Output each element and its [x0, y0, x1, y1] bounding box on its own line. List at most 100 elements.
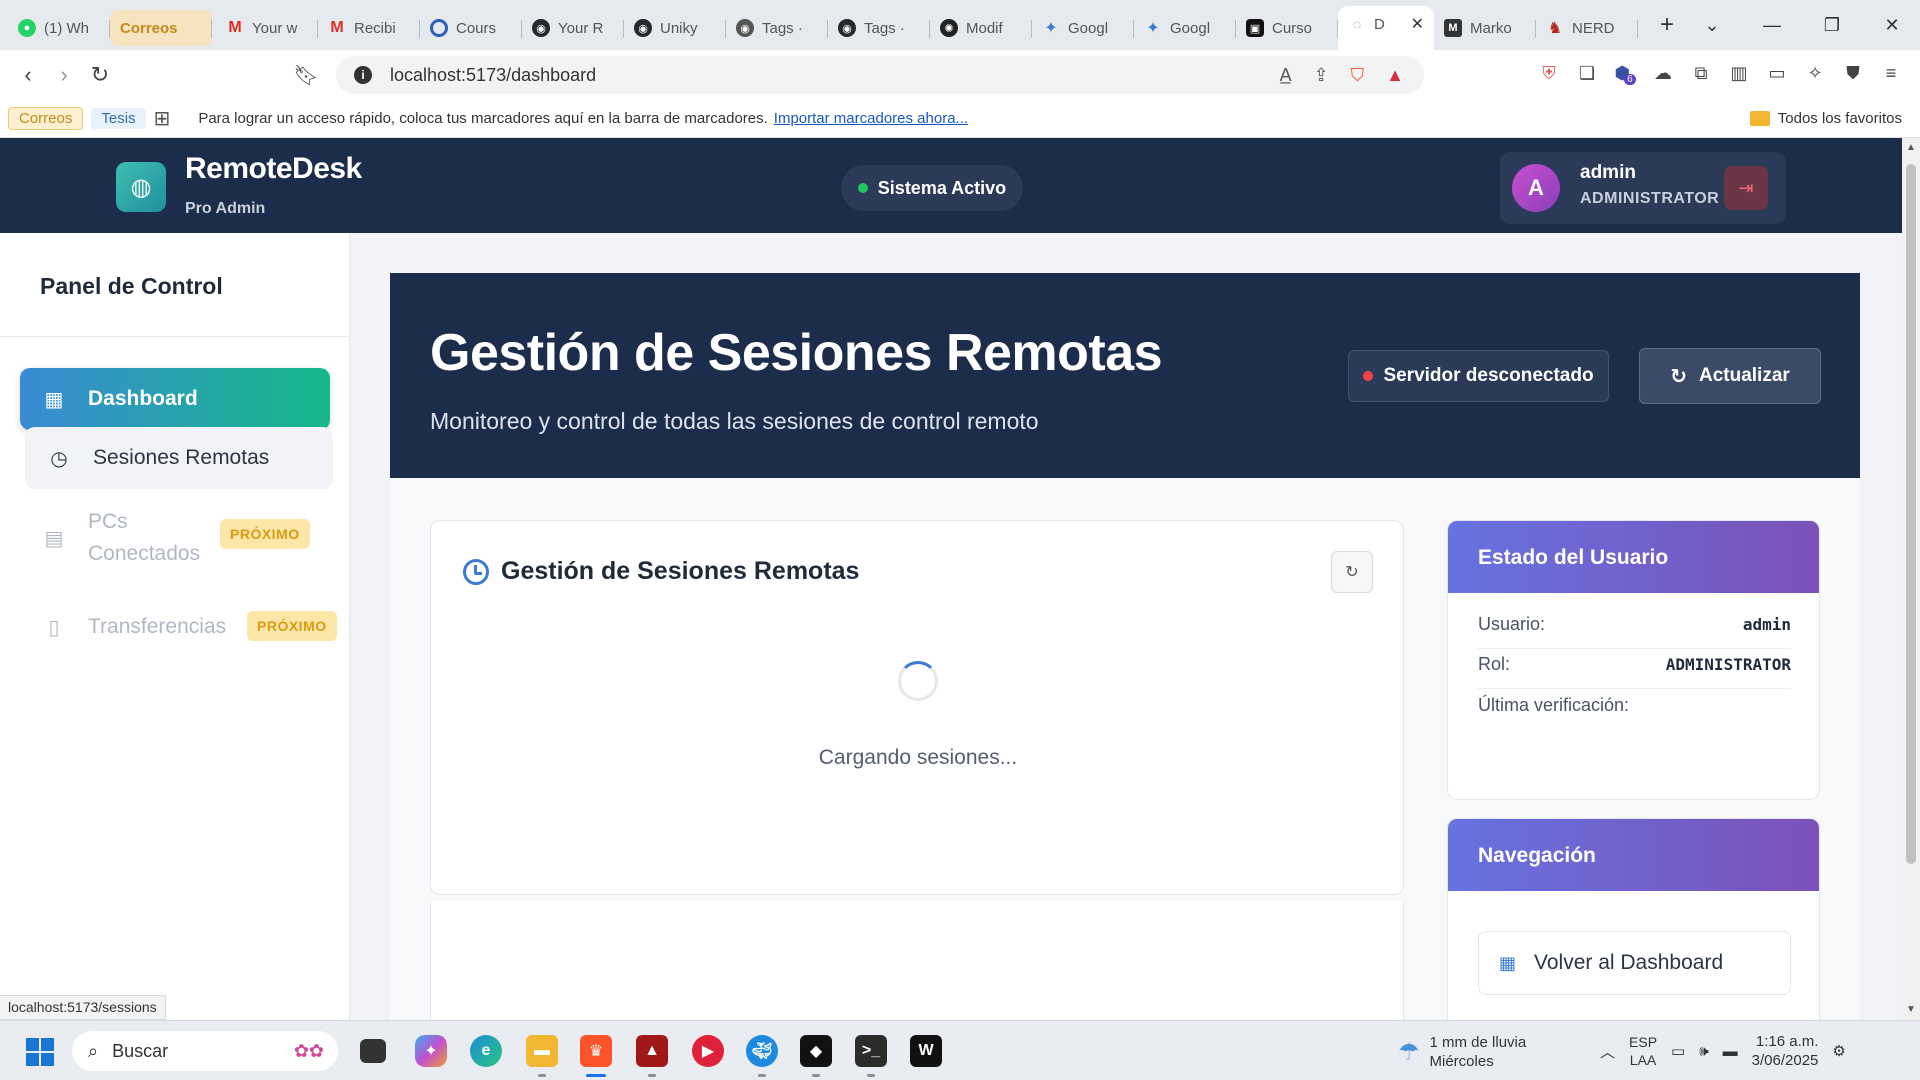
- media-player-icon[interactable]: ▶: [692, 1035, 724, 1067]
- menu-icon[interactable]: ≡: [1880, 62, 1902, 84]
- navigation-title: Navegación: [1448, 819, 1819, 891]
- back-to-dashboard-button[interactable]: ▦ Volver al Dashboard: [1478, 931, 1791, 995]
- minimize-button[interactable]: —: [1742, 15, 1802, 36]
- back-button[interactable]: ‹: [10, 62, 46, 88]
- card-refresh-button[interactable]: ↻: [1331, 551, 1373, 593]
- extension-badge-icon[interactable]: ⬢ 6: [1614, 62, 1636, 85]
- address-bar-actions: A̲ ⇪ ⛉ ▲: [1280, 65, 1404, 86]
- shield-extension-icon[interactable]: ⛨: [1538, 62, 1560, 84]
- sidebar-divider: [0, 336, 350, 337]
- windows-start-icon[interactable]: [26, 1038, 54, 1066]
- active-indicator: [586, 1074, 606, 1077]
- scroll-up-arrow-icon[interactable]: ▲: [1906, 142, 1916, 153]
- close-window-button[interactable]: ✕: [1862, 15, 1920, 36]
- back-to-dashboard-label: Volver al Dashboard: [1534, 951, 1724, 974]
- site-info-icon[interactable]: i: [354, 66, 372, 84]
- search-icon: ⌕: [88, 1040, 99, 1061]
- all-favorites[interactable]: Todos los favoritos: [1749, 110, 1902, 127]
- scrollbar-thumb[interactable]: [1906, 164, 1916, 864]
- user-status-title: Estado del Usuario: [1448, 521, 1819, 593]
- cursor-app-icon[interactable]: ◆: [800, 1035, 832, 1067]
- sidebar-item-label: PCs Conectados: [88, 510, 201, 565]
- tab-gemini-2[interactable]: ✦ Googl: [1134, 10, 1236, 46]
- tab-gemini-1[interactable]: ✦ Googl: [1032, 10, 1134, 46]
- sidebar-item-dashboard[interactable]: ▦ Dashboard: [20, 368, 330, 430]
- tab-github-3[interactable]: ◉ Tags ·: [726, 10, 828, 46]
- brave-rewards-icon[interactable]: ▲: [1386, 65, 1404, 86]
- close-tab-icon[interactable]: ✕: [1411, 14, 1424, 34]
- volume-icon[interactable]: 🕪︎: [1699, 1043, 1708, 1060]
- puzzle-icon[interactable]: ⧉: [1690, 62, 1712, 84]
- page-scrollbar[interactable]: ▲ ▼: [1902, 138, 1920, 1020]
- sidebar-item-sesiones-remotas[interactable]: ◷ Sesiones Remotas: [25, 427, 333, 489]
- copilot-icon[interactable]: ✦: [415, 1035, 447, 1067]
- maximize-button[interactable]: ❐: [1802, 15, 1862, 36]
- tab-label: Googl: [1068, 19, 1109, 37]
- share-icon[interactable]: ⇪: [1314, 65, 1329, 86]
- copy-extension-icon[interactable]: ❏: [1576, 62, 1598, 84]
- game-app-icon[interactable]: ▲: [636, 1035, 668, 1067]
- translate-icon[interactable]: A̲: [1280, 65, 1292, 86]
- refresh-label: Actualizar: [1698, 365, 1790, 386]
- cloud-extension-icon[interactable]: ☁: [1652, 62, 1674, 84]
- import-bookmarks-link[interactable]: Importar marcadores ahora...: [774, 110, 968, 127]
- bookmark-group-correos[interactable]: Correos: [8, 107, 84, 130]
- address-bar[interactable]: i localhost:5173/dashboard A̲ ⇪ ⛉ ▲: [336, 56, 1424, 94]
- wallet-icon[interactable]: ▭: [1766, 62, 1788, 84]
- tab-github-4[interactable]: ◉ Tags ·: [828, 10, 930, 46]
- bookmark-icon[interactable]: 🔖︎: [288, 63, 324, 88]
- sidebar-item-label: Sesiones Remotas: [93, 446, 270, 469]
- new-tab-button[interactable]: +: [1652, 11, 1682, 39]
- gemini-icon: ✦: [1146, 20, 1160, 37]
- page-subtitle: Monitoreo y control de todas las sesione…: [430, 408, 1039, 434]
- sidebar-item-transferencias[interactable]: ▯ Transferencias PRÓXIMO: [20, 596, 337, 658]
- app-viewport: ◍ RemoteDesk Pro Admin Sistema Activo A …: [0, 138, 1902, 1020]
- forward-button[interactable]: ›: [46, 62, 82, 88]
- scroll-down-arrow-icon[interactable]: ▼: [1906, 1004, 1916, 1015]
- edge-icon[interactable]: e: [470, 1035, 502, 1067]
- taskbar-search[interactable]: ⌕ Buscar ✿✿: [72, 1031, 338, 1071]
- url-text[interactable]: localhost:5173/dashboard: [390, 65, 596, 86]
- writing-app-icon[interactable]: W: [910, 1035, 942, 1067]
- tab-github-1[interactable]: ◉ Your R: [522, 10, 624, 46]
- network-icon[interactable]: ▭: [1671, 1042, 1685, 1060]
- refresh-button[interactable]: ↻ Actualizar: [1639, 348, 1821, 404]
- battery-icon[interactable]: ▬: [1723, 1043, 1738, 1060]
- weather-widget[interactable]: ☂ 1 mm de lluvia Miércoles: [1398, 1033, 1526, 1071]
- status-dot-icon: [1363, 371, 1374, 381]
- file-explorer-icon[interactable]: ▬: [526, 1035, 558, 1067]
- coming-soon-badge: PRÓXIMO: [247, 611, 337, 641]
- bookmark-group-tesis[interactable]: Tesis: [91, 108, 146, 129]
- brave-shield-icon[interactable]: ⛉: [1351, 65, 1365, 86]
- notification-icon[interactable]: ⚙: [1832, 1042, 1845, 1060]
- terminal-icon[interactable]: >_: [855, 1035, 887, 1067]
- tab-marko[interactable]: M Marko: [1434, 10, 1536, 46]
- task-view-icon[interactable]: [360, 1039, 386, 1063]
- tab-gmail-1[interactable]: M Your w: [216, 10, 318, 46]
- chevron-up-icon[interactable]: ︿: [1600, 1041, 1615, 1062]
- tab-label: Marko: [1470, 19, 1512, 37]
- sidebar-icon[interactable]: ▥: [1728, 62, 1750, 84]
- logout-button[interactable]: ⇥: [1724, 166, 1768, 210]
- docker-icon[interactable]: 🐳︎: [746, 1035, 778, 1067]
- tab-search-icon[interactable]: ⌄: [1682, 15, 1742, 36]
- language-indicator[interactable]: ESP LAA: [1629, 1033, 1657, 1069]
- tab-active-dashboard[interactable]: ◌ D ✕: [1338, 6, 1434, 50]
- tab-nerd[interactable]: ♞ NERD: [1536, 10, 1638, 46]
- tab-github-2[interactable]: ◉ Uniky: [624, 10, 726, 46]
- tab-group-correos[interactable]: Correos: [110, 10, 212, 46]
- tab-coursera[interactable]: Cours: [420, 10, 522, 46]
- sidebar-item-pcs-conectados[interactable]: ▤ PCs Conectados PRÓXIMO: [20, 498, 330, 578]
- tab-curso[interactable]: ▣ Curso: [1236, 10, 1338, 46]
- reload-button[interactable]: ↻: [82, 62, 118, 88]
- tab-whatsapp[interactable]: ● (1) Wh: [8, 10, 110, 46]
- tab-gmail-2[interactable]: M Recibi: [318, 10, 420, 46]
- tab-openai[interactable]: ✺ Modif: [930, 10, 1032, 46]
- vpn-icon[interactable]: ⛊: [1842, 62, 1864, 84]
- clock[interactable]: 1:16 a.m. 3/06/2025: [1752, 1032, 1819, 1070]
- apps-grid-icon[interactable]: ⊞: [154, 106, 171, 131]
- link-preview-status: localhost:5173/sessions: [0, 995, 166, 1020]
- brave-icon[interactable]: ♛: [580, 1035, 612, 1067]
- sidebar-item-label: Transferencias: [88, 615, 227, 638]
- sparkle-icon[interactable]: ✧: [1804, 62, 1826, 84]
